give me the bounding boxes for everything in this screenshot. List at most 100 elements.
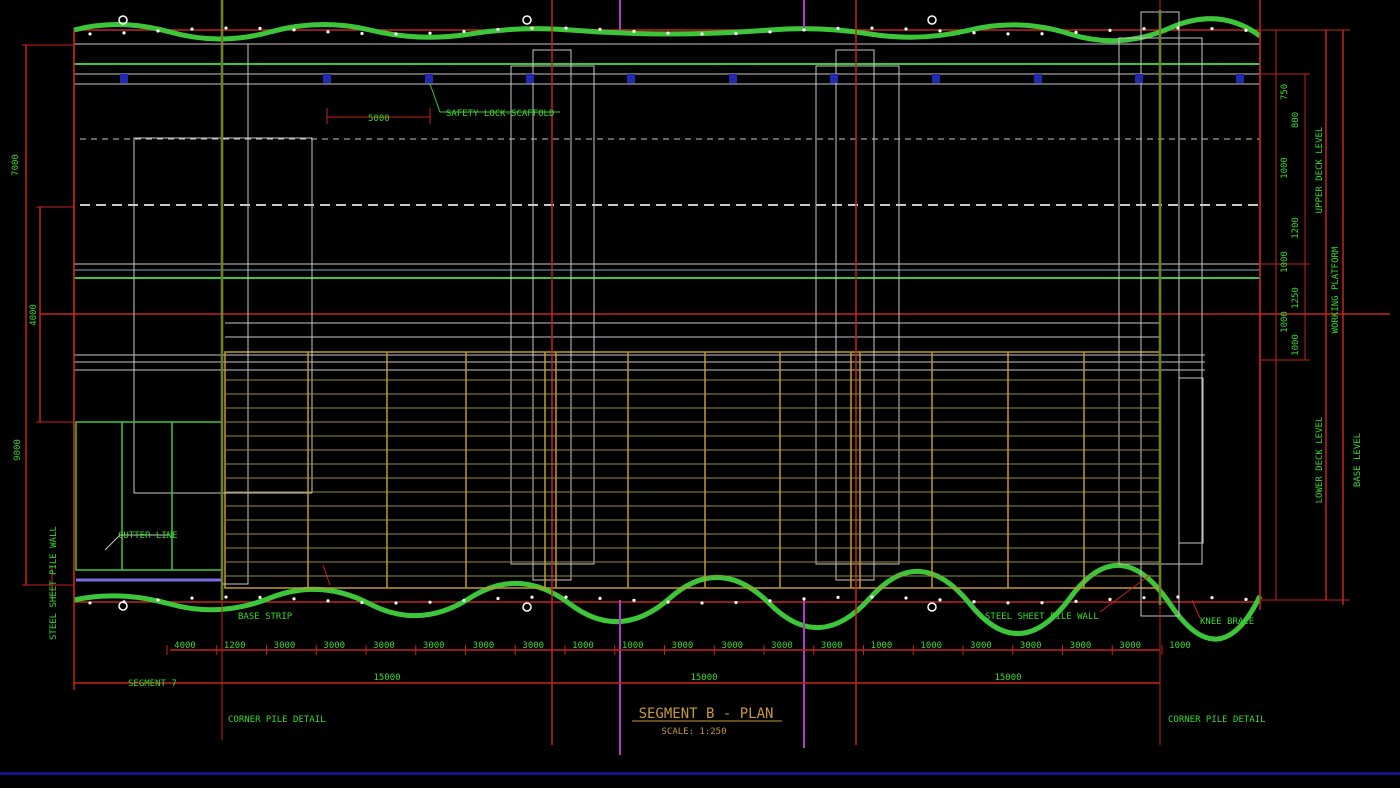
sheet-pile-left-callout: STEEL SHEET PILE WALL <box>49 526 59 640</box>
stud-dot <box>972 31 976 35</box>
bottom-dimension-label: 3000 <box>323 641 345 651</box>
stud-dot <box>938 598 942 602</box>
blue-anchor-markers <box>120 74 1244 83</box>
stud-dot <box>224 26 228 30</box>
bottom-dimension-label: 1000 <box>920 641 942 651</box>
stud-dot <box>156 598 160 602</box>
stud-dot <box>530 26 534 30</box>
stud-dot <box>428 600 432 604</box>
stud-dot <box>122 31 126 35</box>
stud-dot <box>700 32 704 36</box>
anchor-marker <box>729 74 737 83</box>
stud-dot <box>802 28 806 32</box>
left-dimension-label: 7000 <box>11 154 21 176</box>
anchor-marker <box>627 74 635 83</box>
bottom-dimension-label: 3000 <box>522 641 544 651</box>
bottom-dimension-label: 1000 <box>622 641 644 651</box>
stud-dot <box>564 595 568 599</box>
stud-dot <box>88 32 92 36</box>
bottom-dimension-label: 1000 <box>572 641 594 651</box>
right-dimension-label: 1000 <box>1280 157 1290 179</box>
stud-dot <box>1006 601 1010 605</box>
right-dimension-label: 1000 <box>1280 251 1290 273</box>
right-dimension-label: 1000 <box>1291 334 1301 356</box>
bottom-dimension-label: 3000 <box>672 641 694 651</box>
stud-dot <box>360 31 364 36</box>
stud-dot <box>632 29 636 33</box>
stud-dot <box>1210 596 1214 600</box>
cutter-line-callout: CUTTER LINE <box>118 531 178 541</box>
stud-dot <box>1142 27 1146 31</box>
scaffold-callout: SAFETY LOCK-SCAFFOLD <box>446 109 554 119</box>
stud-dot <box>326 599 330 603</box>
right-dimension-label: 800 <box>1291 112 1301 128</box>
stud-dot <box>870 595 874 599</box>
stud-dot <box>394 601 398 605</box>
drawing-title: SEGMENT B - PLAN <box>639 706 774 722</box>
anchor-marker <box>526 74 534 83</box>
stud-dot <box>428 31 432 35</box>
stud-dot <box>462 598 466 603</box>
corner-detail-left: CORNER PILE DETAIL <box>228 715 326 725</box>
bottom-dimension-label: 3000 <box>373 641 395 651</box>
stud-dot <box>224 595 228 599</box>
stud-dot <box>1244 28 1248 32</box>
bottom-dimension-label: 4000 <box>174 641 196 651</box>
stud-dot <box>190 27 194 31</box>
cad-drawing-canvas[interactable]: 4000 1200 3000 3000 3000 3000 3000 3000 1000 1000… <box>0 0 1400 788</box>
stud-dot <box>836 26 840 30</box>
bottom-overall-dimension-label: 15000 <box>690 673 717 683</box>
corner-detail-right: CORNER PILE DETAIL <box>1168 715 1266 725</box>
stud-dot <box>88 601 92 605</box>
bottom-dimension-label: 3000 <box>1070 641 1092 651</box>
stud-dot <box>496 27 500 32</box>
stud-dot <box>1006 32 1010 36</box>
bottom-dimension-label: 1000 <box>871 641 893 651</box>
stud-dot <box>190 596 194 600</box>
bottom-dimension-label: 3000 <box>1020 641 1042 651</box>
stud-dot <box>802 597 806 601</box>
stud-dot <box>598 596 602 600</box>
bottom-dimension-label: 3000 <box>274 641 296 651</box>
bottom-dimension-label: 3000 <box>1119 641 1141 651</box>
right-dimension-label: 1200 <box>1291 217 1301 239</box>
stud-dot <box>666 31 670 35</box>
stud-dot <box>156 29 160 33</box>
bottom-overall-dimension-labels: 15000 15000 15000 <box>373 673 1021 683</box>
vertical-post-lines <box>307 352 1085 588</box>
bottom-dimension-label: 1000 <box>1169 641 1191 651</box>
right-level-label: LOWER DECK LEVEL <box>1315 417 1325 504</box>
anchor-marker <box>830 74 838 83</box>
stud-dot <box>904 596 908 600</box>
stud-dot <box>258 26 262 30</box>
right-level-label: UPPER DECK LEVEL <box>1315 127 1325 214</box>
right-dimension-label: 750 <box>1280 84 1290 100</box>
horizontal-stripe-lines <box>225 379 1160 577</box>
stud-dot <box>938 29 942 33</box>
stud-dot <box>1142 596 1146 600</box>
bottom-dimension-label: 3000 <box>423 641 445 651</box>
stud-dot <box>292 597 296 601</box>
stud-dot <box>734 31 738 36</box>
wall-stud-dots <box>88 26 1248 605</box>
stud-dot <box>836 595 840 599</box>
stud-dot <box>768 599 772 603</box>
anchor-marker <box>932 74 940 83</box>
stud-dot <box>632 598 636 602</box>
right-level-labels: UPPER DECK LEVEL WORKING PLATFORM LOWER DE… <box>1315 127 1363 504</box>
stud-dot <box>1176 26 1180 30</box>
anchor-marker <box>120 74 128 83</box>
bottom-dimension-labels: 4000 1200 3000 3000 3000 3000 3000 3000 1000 1000… <box>174 641 1191 651</box>
stud-dot <box>1176 595 1180 599</box>
stud-dot <box>326 30 330 34</box>
stud-dot <box>1040 601 1044 605</box>
anchor-marker <box>323 74 331 83</box>
stud-dot <box>462 29 466 34</box>
status-bar <box>0 772 1400 775</box>
left-dimension-labels: 7000 4000 9000 <box>11 154 39 461</box>
stud-dot <box>292 28 296 32</box>
stud-dot <box>1074 599 1078 603</box>
sheet-pile-callout: STEEL SHEET PILE WALL <box>985 612 1099 622</box>
stud-dot <box>564 26 568 30</box>
stud-dot <box>870 26 874 30</box>
